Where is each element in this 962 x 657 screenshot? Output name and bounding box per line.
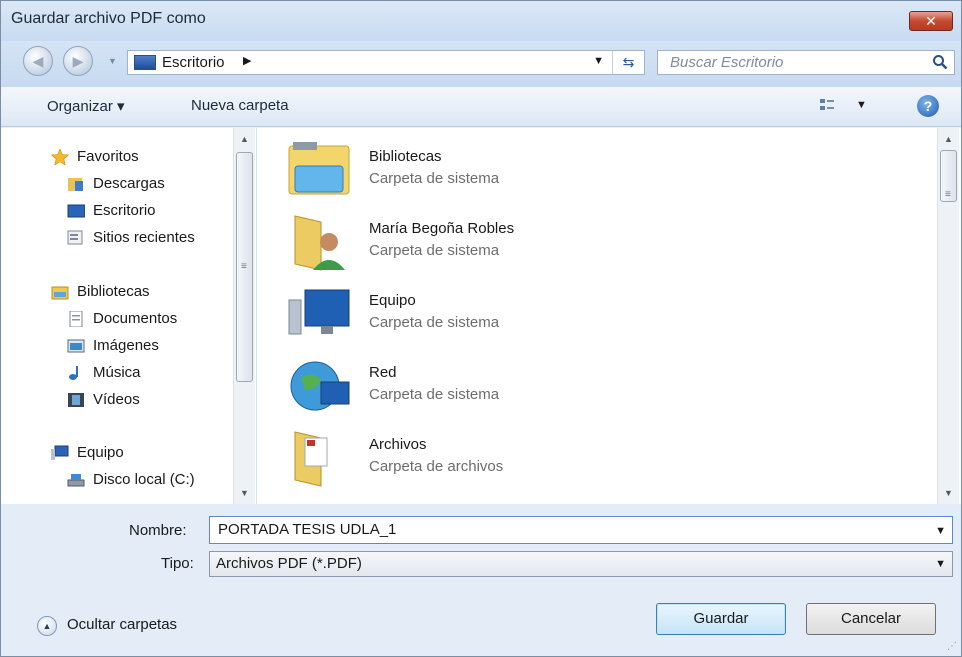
file-type: Carpeta de sistema: [369, 386, 500, 403]
resize-grip-icon[interactable]: ⋰: [947, 641, 957, 652]
forward-arrow-icon: ▶: [72, 53, 84, 69]
file-name: Equipo: [369, 292, 416, 309]
file-type-label: Tipo:: [161, 555, 194, 572]
file-type-dropdown-icon[interactable]: ▼: [935, 558, 946, 570]
command-bar: Organizar ▾ Nueva carpeta ▼ ?: [1, 87, 961, 127]
address-bar[interactable]: Escritorio ▶ ▼ ⇆: [127, 50, 645, 75]
videos-icon: [68, 393, 84, 407]
back-button[interactable]: ◀: [23, 46, 53, 76]
search-placeholder: Buscar Escritorio: [670, 54, 784, 71]
nav-label: Bibliotecas: [77, 283, 150, 300]
file-name: Archivos: [369, 436, 427, 453]
scroll-down-icon[interactable]: ▼: [938, 484, 959, 502]
user-folder-icon: [294, 215, 345, 271]
file-name: Red: [369, 364, 397, 381]
file-name: María Begoña Robles: [369, 220, 515, 237]
drive-icon: [67, 474, 85, 487]
nav-label: Favoritos: [77, 148, 139, 165]
views-icon[interactable]: [819, 97, 835, 113]
list-item[interactable]: Equipo Carpeta de sistema: [287, 284, 887, 348]
scroll-up-icon[interactable]: ▲: [234, 130, 255, 148]
refresh-button[interactable]: ⇆: [612, 51, 644, 74]
file-name-value[interactable]: PORTADA TESIS UDLA_1: [218, 521, 396, 538]
cancel-button[interactable]: Cancelar: [806, 603, 936, 635]
navigation-pane: Favoritos Descargas Escritorio Sitios re…: [1, 128, 257, 504]
grip-icon: ≡: [241, 261, 247, 272]
nav-label: Vídeos: [93, 391, 140, 408]
computer-icon: [51, 445, 69, 460]
nav-label: Documentos: [93, 310, 178, 327]
nav-label: Música: [93, 364, 141, 381]
libraries-folder-icon: [288, 142, 350, 195]
music-icon: [69, 366, 78, 380]
scroll-up-icon[interactable]: ▲: [938, 130, 959, 148]
nav-label: Imágenes: [93, 337, 159, 354]
organize-menu-button[interactable]: Organizar ▾: [47, 97, 125, 115]
close-button[interactable]: ✕: [909, 11, 953, 31]
save-dialog-window: Guardar archivo PDF como ✕ ◀ ▶ ▼ Escrito…: [0, 0, 962, 657]
new-folder-button[interactable]: Nueva carpeta: [191, 97, 289, 114]
file-name-input[interactable]: PORTADA TESIS UDLA_1 ▼: [209, 516, 953, 544]
folder-icon: [294, 431, 328, 487]
window-title: Guardar archivo PDF como: [11, 10, 206, 27]
nav-label: Escritorio: [93, 202, 156, 219]
nav-scrollbar[interactable]: ▲ ≡ ▼: [233, 128, 255, 504]
desktop-icon: [134, 55, 156, 70]
list-item[interactable]: Bibliotecas Carpeta de sistema: [287, 140, 887, 204]
address-dropdown-icon[interactable]: ▼: [593, 55, 604, 67]
title-bar: Guardar archivo PDF como ✕: [1, 1, 961, 41]
search-icon[interactable]: [932, 54, 948, 70]
documents-icon: [69, 311, 83, 327]
scroll-down-icon[interactable]: ▼: [234, 484, 255, 502]
file-name: Bibliotecas: [369, 148, 442, 165]
libraries-icon: [51, 286, 69, 300]
help-icon[interactable]: ?: [917, 95, 939, 117]
grip-icon: ≡: [945, 189, 951, 200]
file-type-value: Archivos PDF (*.PDF): [216, 555, 362, 572]
nav-label: Disco local (C:): [93, 471, 195, 488]
back-arrow-icon: ◀: [32, 53, 44, 69]
list-item[interactable]: María Begoña Robles Carpeta de sistema: [287, 212, 887, 276]
nav-label: Equipo: [77, 444, 124, 461]
file-name-dropdown-icon[interactable]: ▼: [935, 525, 946, 537]
breadcrumb-chevron-icon[interactable]: ▶: [243, 54, 251, 67]
close-icon: ✕: [925, 13, 937, 29]
file-name-label: Nombre:: [129, 522, 187, 539]
chevron-up-icon: ▲: [37, 616, 57, 636]
pictures-icon: [67, 339, 85, 353]
breadcrumb-escritorio[interactable]: Escritorio: [162, 54, 225, 71]
search-input[interactable]: Buscar Escritorio: [657, 50, 955, 75]
list-item[interactable]: Archivos Carpeta de archivos: [287, 428, 887, 492]
desktop-icon: [67, 204, 85, 218]
list-item[interactable]: Red Carpeta de sistema: [287, 356, 887, 420]
scroll-thumb[interactable]: ≡: [236, 152, 253, 382]
address-row: ◀ ▶ ▼ Escritorio ▶ ▼ ⇆ Buscar Escritorio: [1, 41, 961, 87]
forward-button[interactable]: ▶: [63, 46, 93, 76]
recent-locations-dropdown[interactable]: ▼: [108, 56, 117, 66]
file-type-select[interactable]: Archivos PDF (*.PDF) ▼: [209, 551, 953, 577]
file-type: Carpeta de sistema: [369, 314, 500, 331]
nav-label: Sitios recientes: [93, 229, 195, 246]
scroll-thumb[interactable]: ≡: [940, 150, 957, 202]
network-icon: [290, 361, 350, 411]
file-type: Carpeta de sistema: [369, 170, 500, 187]
hide-folders-label: Ocultar carpetas: [67, 616, 178, 633]
file-type: Carpeta de sistema: [369, 242, 500, 259]
file-type: Carpeta de archivos: [369, 458, 504, 475]
views-dropdown-icon[interactable]: ▼: [856, 99, 867, 111]
downloads-icon: [68, 178, 83, 191]
recent-places-icon: [67, 230, 83, 245]
nav-label: Descargas: [93, 175, 165, 192]
computer-icon: [288, 289, 350, 335]
star-icon: [51, 149, 69, 165]
save-form: Nombre: PORTADA TESIS UDLA_1 ▼ Tipo: Arc…: [1, 504, 961, 656]
file-list: Bibliotecas Carpeta de sistema María Beg…: [257, 128, 961, 504]
file-list-scrollbar[interactable]: ▲ ≡ ▼: [937, 128, 959, 504]
save-button[interactable]: Guardar: [656, 603, 786, 635]
